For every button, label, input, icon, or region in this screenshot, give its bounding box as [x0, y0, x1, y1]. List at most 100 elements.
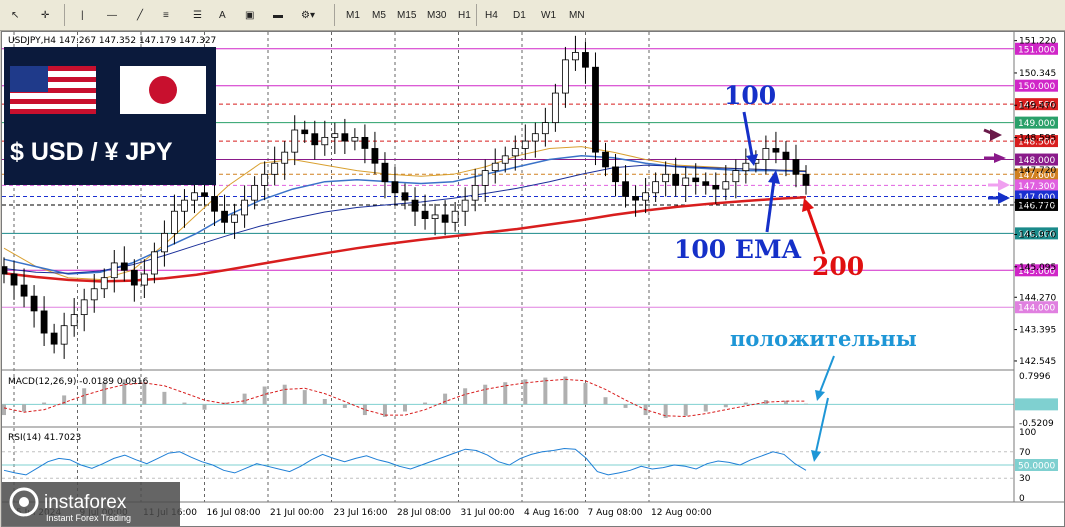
- candle-bear: [592, 66, 599, 153]
- annotation-positive: положительны: [730, 326, 917, 351]
- candle-bear: [401, 192, 409, 201]
- time-tick-label: 16 Jul 08:00: [207, 508, 261, 518]
- timeframe-m5-button[interactable]: M5: [367, 5, 391, 27]
- rsi-level-label: 50.0000: [1018, 462, 1055, 472]
- candle-bear: [50, 332, 58, 345]
- chart-canvas[interactable]: 151.000150.000149.500149.000148.500148.0…: [2, 32, 1064, 526]
- japan-flag-icon: [120, 66, 206, 114]
- toolbar-separator: [476, 4, 477, 26]
- fibonacci-icon[interactable]: ≡: [158, 5, 174, 27]
- us-flag-icon: [10, 66, 96, 114]
- candle-bull: [521, 140, 529, 149]
- candle-bull: [261, 173, 269, 186]
- price-tick-label: 142.545: [1019, 357, 1056, 367]
- timeframe-h1-button[interactable]: H1: [453, 5, 476, 27]
- candle-bear: [130, 269, 138, 286]
- candle-bull: [642, 192, 649, 201]
- timeframe-mn-button[interactable]: MN: [564, 5, 590, 27]
- candle-bull: [60, 325, 68, 345]
- price-tick-label: 150.345: [1019, 69, 1056, 79]
- candle-bull: [732, 170, 740, 183]
- candle-bull: [291, 129, 299, 153]
- text-label-icon[interactable]: ▣: [240, 5, 259, 27]
- candle-bear: [802, 173, 810, 186]
- fibonacci-fan-icon[interactable]: ☰: [188, 5, 207, 27]
- candle-bear: [20, 284, 28, 297]
- timeframe-d1-button[interactable]: D1: [508, 5, 531, 27]
- macd-tick-label: 0.7996: [1019, 372, 1051, 382]
- crosshair-icon[interactable]: ✛: [36, 5, 54, 27]
- instaforex-logo: instaforex Instant Forex Trading: [2, 482, 180, 526]
- candle-bull: [150, 251, 158, 275]
- candle-bull: [171, 210, 178, 234]
- candle-bear: [782, 151, 790, 160]
- candle-bull: [762, 148, 770, 160]
- candle-bear: [772, 148, 780, 153]
- candle-bear: [712, 184, 720, 190]
- symbol-header: USDJPY,H4 147.267 147.352 147.179 147.32…: [8, 36, 216, 46]
- candle-bull: [241, 199, 249, 216]
- candle-bull: [722, 181, 730, 190]
- candle-bear: [311, 133, 319, 146]
- text-tool-icon[interactable]: A: [214, 5, 231, 27]
- price-tick-label: 147.720: [1019, 166, 1056, 176]
- rsi-tick-label: 70: [1019, 448, 1031, 458]
- candle-bull: [541, 122, 549, 135]
- candle-bull: [551, 92, 559, 124]
- candle-bull: [562, 59, 569, 94]
- time-tick-label: 21 Jul 00:00: [270, 508, 324, 518]
- timeframe-h4-button[interactable]: H4: [480, 5, 503, 27]
- trendline-icon[interactable]: ╱: [132, 5, 148, 27]
- candle-bear: [120, 262, 128, 271]
- chart-toolbar: ↖ ✛ | — ╱ ≡ ☰ A ▣ ▬ ⚙▾ M1 M5 M15 M30 H1 …: [0, 0, 1065, 31]
- candle-bull: [471, 184, 479, 201]
- candle-bull: [160, 232, 168, 253]
- candle-bull: [501, 155, 509, 164]
- timeframe-m15-button[interactable]: M15: [392, 5, 421, 27]
- timeframe-m1-button[interactable]: M1: [341, 5, 365, 27]
- candle-bull: [80, 299, 88, 316]
- level-label-148.000: 148.000: [1018, 156, 1055, 166]
- time-tick-label: 7 Aug 08:00: [588, 508, 643, 518]
- banner-pair-text: $ USD / ¥ JPY: [10, 138, 173, 166]
- candle-bull: [90, 288, 98, 301]
- annotation-200: 200: [812, 252, 864, 281]
- candle-bull: [511, 148, 519, 157]
- candle-bear: [602, 151, 609, 168]
- candle-bull: [70, 314, 78, 327]
- vertical-line-icon[interactable]: |: [76, 5, 89, 27]
- timeframe-w1-button[interactable]: W1: [536, 5, 561, 27]
- candle-bear: [40, 310, 48, 334]
- price-tick-label: 151.220: [1019, 37, 1056, 47]
- price-tick-label: 145.095: [1019, 263, 1056, 273]
- candle-bear: [30, 295, 38, 312]
- cursor-icon[interactable]: ↖: [6, 5, 24, 27]
- candle-bear: [672, 173, 680, 186]
- time-tick-label: 4 Aug 16:00: [524, 508, 579, 518]
- toolbar-separator: [64, 4, 65, 26]
- candle-bull: [662, 173, 670, 183]
- horizontal-line-icon[interactable]: —: [102, 5, 122, 27]
- rectangle-icon[interactable]: ▬: [268, 5, 288, 27]
- candle-bear: [421, 210, 429, 220]
- toolbar-separator: [334, 4, 335, 26]
- chart-window[interactable]: 151.000 150.000 149.500 149.000 148.500 148.0…: [1, 31, 1065, 527]
- price-tick-label: 143.395: [1019, 326, 1056, 336]
- currency-banner: $ USD / ¥ JPY: [4, 47, 216, 185]
- candle-bull: [281, 151, 289, 164]
- candle-bull: [481, 170, 489, 186]
- shapes-dropdown-icon[interactable]: ⚙▾: [296, 5, 320, 27]
- timeframe-m30-button[interactable]: M30: [422, 5, 451, 27]
- price-tick-label: 148.595: [1019, 134, 1056, 144]
- price-tick-label: 144.270: [1019, 293, 1056, 303]
- candle-bear: [2, 266, 8, 275]
- rsi-tick-label: 30: [1019, 474, 1031, 484]
- time-tick-label: 28 Jul 08:00: [397, 508, 451, 518]
- candle-bear: [341, 133, 349, 142]
- candle-bear: [221, 210, 228, 223]
- candle-bull: [100, 277, 108, 290]
- candle-bear: [371, 148, 379, 164]
- annotation-100-ema: 100 EMA: [674, 235, 802, 264]
- candle-bull: [572, 52, 579, 61]
- candle-bear: [361, 136, 369, 149]
